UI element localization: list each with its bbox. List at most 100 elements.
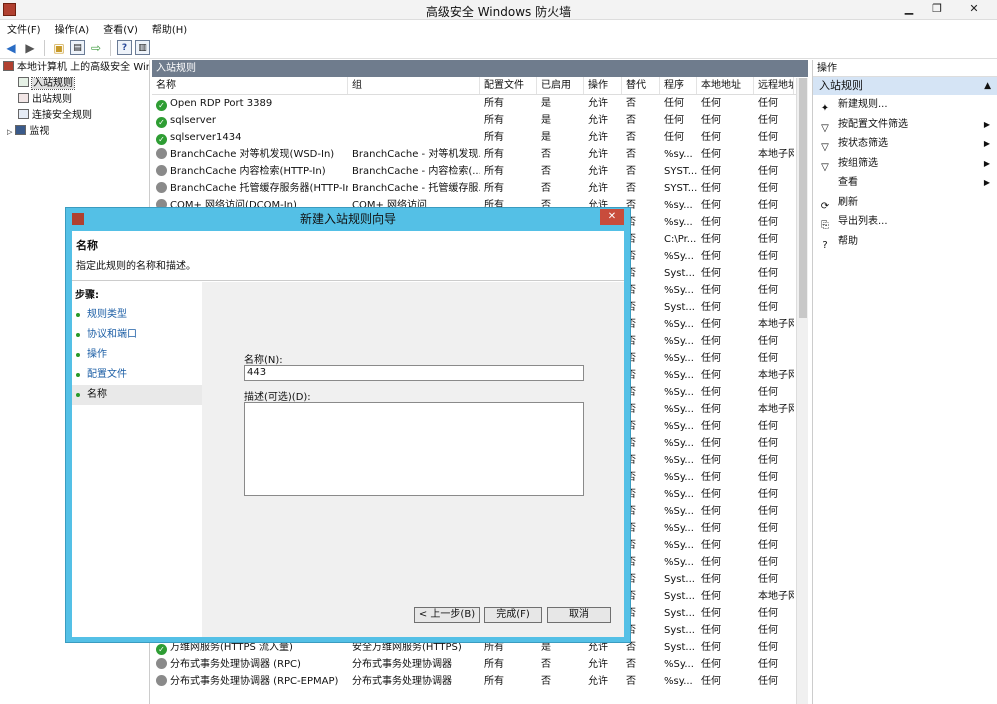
table-cell: ✓ sqlserver1434 bbox=[152, 129, 348, 146]
table-cell: %sy... bbox=[664, 676, 693, 687]
column-override[interactable]: 替代 bbox=[622, 77, 660, 94]
toolbar-divider bbox=[110, 39, 111, 56]
table-cell: 否 bbox=[626, 115, 636, 126]
table-cell: 任何 bbox=[758, 506, 778, 517]
vertical-scrollbar[interactable] bbox=[796, 78, 808, 704]
forward-arrow-icon[interactable]: ▶ bbox=[22, 40, 38, 56]
table-cell: 任何 bbox=[701, 166, 721, 177]
action-item[interactable]: ▽ 按状态筛选 ▶ bbox=[813, 134, 997, 154]
table-cell: SYST... bbox=[664, 183, 697, 194]
inbound-rules-icon bbox=[18, 77, 29, 87]
action-item[interactable]: ✦ 新建规则... bbox=[813, 95, 997, 115]
column-name[interactable]: 名称 bbox=[152, 77, 348, 94]
back-button[interactable]: < 上一步(B) bbox=[414, 607, 480, 623]
table-cell: 任何 bbox=[758, 523, 778, 534]
menu-help[interactable]: 帮助(H) bbox=[145, 20, 194, 36]
toolbar: ◀ ▶ ▣ ▤ ⇨ ? ▥ bbox=[0, 37, 997, 59]
tree-item-monitoring[interactable]: ▷ 监视 bbox=[0, 124, 149, 140]
column-local-address[interactable]: 本地地址 bbox=[697, 77, 754, 94]
minimize-button[interactable]: ▁ bbox=[895, 0, 923, 18]
table-cell: BranchCache - 内容检索(... bbox=[352, 166, 480, 177]
table-cell: 否 bbox=[541, 659, 551, 670]
cancel-button[interactable]: 取消 bbox=[547, 607, 611, 623]
action-item[interactable]: ▽ 按组筛选 ▶ bbox=[813, 154, 997, 174]
back-arrow-icon[interactable]: ◀ bbox=[3, 40, 19, 56]
table-row[interactable]: BranchCache 托管缓存服务器(HTTP-In) BranchCache … bbox=[152, 180, 808, 197]
table-cell: 任何 bbox=[701, 472, 721, 483]
table-row[interactable]: ✓ Open RDP Port 3389 所有 是 允许 否 任何 任何 任何 bbox=[152, 95, 808, 112]
maximize-button[interactable]: ❐ bbox=[923, 0, 951, 18]
tree-item-outbound-rules[interactable]: 出站规则 bbox=[0, 92, 149, 108]
actions-section-inbound-rules[interactable]: 入站规则 ▲ bbox=[813, 77, 997, 95]
table-cell: 允许 bbox=[588, 115, 608, 126]
step-protocol-ports[interactable]: 协议和端口 bbox=[72, 325, 202, 345]
help-icon[interactable]: ? bbox=[117, 40, 132, 55]
table-cell: 否 bbox=[626, 98, 636, 109]
step-rule-type[interactable]: 规则类型 bbox=[72, 305, 202, 325]
table-cell: SYST... bbox=[664, 166, 697, 177]
tree-item-connection-security-rules[interactable]: 连接安全规则 bbox=[0, 108, 149, 124]
column-action[interactable]: 操作 bbox=[584, 77, 622, 94]
action-item[interactable]: ⎘ 导出列表... bbox=[813, 212, 997, 232]
close-button[interactable]: ✕ bbox=[951, 0, 997, 18]
wizard-content: 名称(N): 443 描述(可选)(D): < 上一步(B) 完成(F) 取消 bbox=[202, 282, 624, 637]
steps-heading: 步骤: bbox=[75, 290, 99, 301]
menu-action[interactable]: 操作(A) bbox=[48, 20, 97, 36]
column-program[interactable]: 程序 bbox=[660, 77, 697, 94]
step-profile[interactable]: 配置文件 bbox=[72, 365, 202, 385]
table-cell: 任何 bbox=[758, 268, 778, 279]
table-cell: 否 bbox=[626, 132, 636, 143]
expand-arrow-icon[interactable]: ▷ bbox=[7, 128, 12, 136]
table-row[interactable]: ✓ sqlserver 所有 是 允许 否 任何 任何 任何 bbox=[152, 112, 808, 129]
table-cell: C:\Pr... bbox=[664, 234, 697, 245]
menu-view[interactable]: 查看(V) bbox=[96, 20, 145, 36]
table-cell: 否 bbox=[541, 183, 551, 194]
table-cell: ✓ sqlserver bbox=[152, 112, 348, 129]
table-cell: 允许 bbox=[588, 676, 608, 687]
show-hide-tree-icon[interactable]: ▤ bbox=[70, 40, 85, 55]
table-cell: 任何 bbox=[758, 421, 778, 432]
action-item[interactable]: 查看 ▶ bbox=[813, 173, 997, 193]
finish-button[interactable]: 完成(F) bbox=[484, 607, 542, 623]
table-cell: %Sy... bbox=[664, 557, 694, 568]
name-input[interactable]: 443 bbox=[244, 365, 584, 381]
action-item[interactable]: ? 帮助 bbox=[813, 232, 997, 252]
rule-enabled-icon: ✓ bbox=[156, 117, 167, 128]
table-cell: 允许 bbox=[588, 166, 608, 177]
table-row[interactable]: BranchCache 对等机发现(WSD-In) BranchCache - 对… bbox=[152, 146, 808, 163]
collapse-arrow-icon[interactable]: ▲ bbox=[984, 77, 991, 95]
dialog-close-button[interactable]: ✕ bbox=[600, 209, 624, 225]
scrollbar-thumb[interactable] bbox=[799, 78, 807, 318]
table-cell: 是 bbox=[541, 132, 551, 143]
description-input[interactable] bbox=[244, 402, 584, 496]
rule-disabled-icon bbox=[156, 658, 167, 669]
table-row[interactable]: 分布式事务处理协调器 (RPC-EPMAP) 分布式事务处理协调器 所有 否 允许 否 %s… bbox=[152, 673, 808, 690]
table-cell: %Sy... bbox=[664, 251, 694, 262]
step-action[interactable]: 操作 bbox=[72, 345, 202, 365]
table-cell: %Sy... bbox=[664, 455, 694, 466]
table-cell: 任何 bbox=[701, 404, 721, 415]
action-item[interactable]: ⟳ 刷新 bbox=[813, 193, 997, 213]
column-enabled[interactable]: 已启用 bbox=[537, 77, 584, 94]
show-hide-action-pane-icon[interactable]: ▥ bbox=[135, 40, 150, 55]
table-cell: 任何 bbox=[701, 251, 721, 262]
table-row[interactable]: ✓ sqlserver1434 所有 是 允许 否 任何 任何 任何 bbox=[152, 129, 808, 146]
folder-up-icon[interactable]: ▣ bbox=[51, 40, 67, 56]
table-cell: 分布式事务处理协调器 bbox=[352, 659, 452, 670]
column-profile[interactable]: 配置文件 bbox=[480, 77, 537, 94]
action-item[interactable]: ▽ 按配置文件筛选 ▶ bbox=[813, 115, 997, 135]
export-icon[interactable]: ⇨ bbox=[88, 40, 104, 56]
table-row[interactable]: 分布式事务处理协调器 (RPC) 分布式事务处理协调器 所有 否 允许 否 %Sy... 任何… bbox=[152, 656, 808, 673]
tree-item-root[interactable]: 本地计算机 上的高级安全 Windows 防火墙 bbox=[0, 60, 149, 76]
table-cell: %Sy... bbox=[664, 540, 694, 551]
table-cell: 分布式事务处理协调器 (RPC) bbox=[152, 656, 348, 673]
menu-file[interactable]: 文件(F) bbox=[0, 20, 48, 36]
table-cell: 本地子网 bbox=[758, 404, 794, 415]
table-cell: 任何 bbox=[758, 472, 778, 483]
column-group[interactable]: 组 bbox=[348, 77, 480, 94]
column-remote-address[interactable]: 远程地址 bbox=[754, 77, 794, 94]
table-row[interactable]: BranchCache 内容检索(HTTP-In) BranchCache - 内… bbox=[152, 163, 808, 180]
table-cell: 任何 bbox=[758, 540, 778, 551]
table-cell: 否 bbox=[626, 659, 636, 670]
tree-item-inbound-rules[interactable]: 入站规则 bbox=[0, 76, 149, 92]
